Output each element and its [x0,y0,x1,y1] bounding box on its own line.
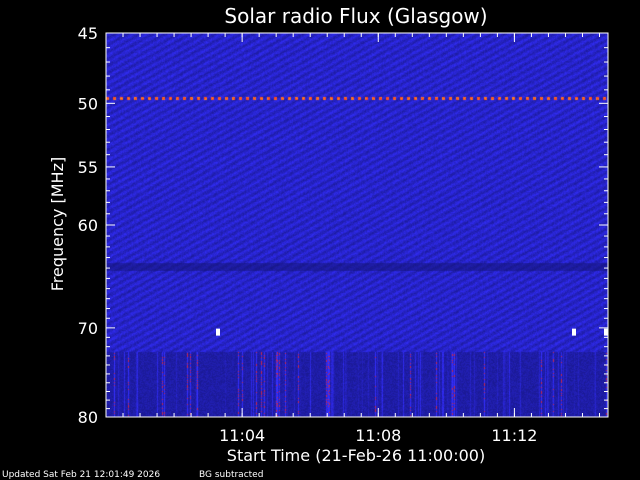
x-tick-label: 11:08 [355,426,401,445]
chart-title: Solar radio Flux (Glasgow) [224,4,487,28]
spectrogram-chart: Solar radio Flux (Glasgow) 455055607080 … [2,4,609,480]
x-tick-label: 11:04 [219,426,265,445]
y-tick-label: 55 [78,158,98,177]
y-tick-label: 80 [78,408,98,427]
spectrogram-heatmap [106,33,608,417]
y-tick-label: 70 [78,319,98,338]
saturated-marker [216,328,220,336]
footer-bg-note: BG subtracted [199,470,263,480]
x-tick-label: 11:12 [491,426,537,445]
x-axis-label: Start Time (21-Feb-26 11:00:00) [227,446,485,465]
spectrogram-image [106,33,608,417]
saturated-marker [572,328,576,336]
y-tick-label: 60 [78,216,98,235]
footer-updated-timestamp: Updated Sat Feb 21 12:01:49 2026 [2,470,160,480]
y-tick-label: 50 [78,94,98,113]
y-tick-label: 45 [78,24,98,43]
y-axis-label: Frequency [MHz] [48,157,67,291]
saturated-marker [604,328,608,336]
